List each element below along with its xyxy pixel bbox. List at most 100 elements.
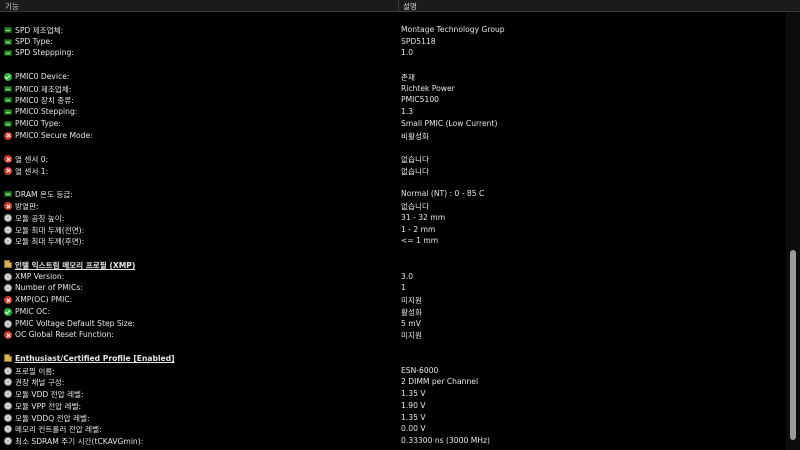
property-value: 1.3 bbox=[401, 107, 414, 116]
property-row[interactable]: 열 센서 1: 없습니다 bbox=[0, 165, 786, 177]
column-header-description[interactable]: 설명 bbox=[403, 1, 417, 12]
property-value: 5 mV bbox=[401, 318, 421, 328]
chip-icon bbox=[4, 109, 12, 115]
property-row[interactable]: PMIC OC: 활성화 bbox=[0, 306, 786, 318]
property-label: XMP(OC) PMIC: bbox=[15, 295, 73, 304]
property-value: Small PMIC (Low Current) bbox=[401, 118, 498, 128]
chip-icon bbox=[4, 191, 12, 198]
property-label: PMIC0 Secure Mode: bbox=[15, 130, 93, 140]
property-row[interactable]: 권장 채널 구성: 2 DIMM per Channel bbox=[0, 376, 786, 388]
property-value: 3.0 bbox=[401, 271, 414, 281]
property-row[interactable]: 최소 SDRAM 주기 시간(tCKAVGmin): 0.33300 ns (30… bbox=[0, 435, 786, 447]
spacer-row bbox=[0, 247, 786, 259]
property-row[interactable]: DRAM 온도 등급: Normal (NT) : 0 - 85 C bbox=[0, 188, 786, 200]
property-value: 2 DIMM per Channel bbox=[401, 377, 479, 387]
property-label: PMIC0 제조업체: bbox=[15, 84, 72, 94]
property-row[interactable]: OC Global Reset Function: 미지원 bbox=[0, 329, 786, 341]
property-label: PMIC Voltage Default Step Size: bbox=[15, 318, 135, 328]
error-icon bbox=[4, 166, 12, 175]
property-label: 권장 채널 구성: bbox=[15, 378, 65, 388]
property-label: 모듈 VPP 전압 레벨: bbox=[15, 401, 82, 411]
section-header-row[interactable]: Enthusiast/Certified Profile [Enabled] bbox=[0, 353, 786, 365]
property-row[interactable]: PMIC0 Secure Mode: 비활성화 bbox=[0, 130, 786, 142]
property-row[interactable]: PMIC0 장치 종류: PMIC5100 bbox=[0, 94, 786, 106]
error-icon bbox=[4, 296, 12, 304]
property-label: XMP Version: bbox=[15, 271, 65, 281]
section-header-row[interactable]: 인텔 익스트림 메모리 프로필 (XMP) bbox=[0, 259, 786, 271]
property-row[interactable]: XMP Version: 3.0 bbox=[0, 271, 786, 283]
property-value: 존재 bbox=[401, 72, 415, 82]
property-row[interactable]: XMP(OC) PMIC: 미지원 bbox=[0, 294, 786, 306]
info-icon bbox=[4, 213, 12, 222]
property-label: 메모리 컨트롤러 전압 레벨: bbox=[15, 425, 102, 435]
property-label: 인텔 익스트림 메모리 프로필 (XMP) bbox=[15, 260, 136, 270]
info-icon bbox=[4, 366, 12, 375]
property-label: 열 센서 1: bbox=[15, 166, 49, 176]
info-icon bbox=[4, 413, 12, 422]
info-icon bbox=[4, 425, 12, 434]
column-divider[interactable] bbox=[398, 0, 399, 11]
property-row[interactable]: 모듈 VDDQ 전압 레벨: 1.35 V bbox=[0, 412, 786, 424]
property-value: 미지원 bbox=[401, 331, 422, 341]
property-row[interactable]: 열 센서 0: 없습니다 bbox=[0, 153, 786, 165]
property-label: 최소 SDRAM 주기 시간(tCKAVGmin): bbox=[15, 437, 144, 446]
property-label: PMIC0 Device: bbox=[15, 71, 70, 81]
property-label: PMIC OC: bbox=[15, 306, 50, 316]
property-label: Enthusiast/Certified Profile [Enabled] bbox=[15, 353, 175, 363]
property-row[interactable]: PMIC0 Device: 존재 bbox=[0, 71, 786, 83]
error-icon bbox=[4, 155, 12, 163]
property-row[interactable]: SPD Steppping: 1.0 bbox=[0, 47, 786, 59]
error-icon bbox=[4, 131, 12, 140]
property-value: PMIC5100 bbox=[401, 95, 439, 105]
property-row[interactable]: 모듈 최대 두께(전면): 1 - 2 mm bbox=[0, 224, 786, 236]
property-row[interactable]: 프로필 이름: ESN-6000 bbox=[0, 365, 786, 377]
list-header: 기능 설명 bbox=[0, 0, 800, 12]
property-list[interactable]: SPD 제조업체: Montage Technology Group SPD Typ… bbox=[0, 12, 786, 450]
property-label: 모듈 공칭 높이: bbox=[15, 213, 65, 223]
property-row[interactable]: 모듈 공칭 높이: 31 - 32 mm bbox=[0, 212, 786, 224]
property-label: OC Global Reset Function: bbox=[15, 330, 114, 340]
property-row[interactable]: 모듈 최대 두께(후면): <= 1 mm bbox=[0, 235, 786, 247]
property-row[interactable]: Number of PMICs: 1 bbox=[0, 282, 786, 294]
spacer-row bbox=[0, 59, 786, 71]
scrollbar-thumb[interactable] bbox=[790, 250, 796, 440]
property-label: DRAM 온도 등급: bbox=[15, 190, 73, 200]
column-header-feature[interactable]: 기능 bbox=[5, 1, 19, 12]
property-value: SPD5118 bbox=[401, 36, 436, 46]
chip-icon bbox=[4, 38, 12, 45]
property-row[interactable]: 메모리 컨트롤러 전압 레벨: 0.00 V bbox=[0, 423, 786, 435]
property-row[interactable]: PMIC Voltage Default Step Size: 5 mV bbox=[0, 318, 786, 330]
vertical-scrollbar[interactable] bbox=[786, 12, 800, 450]
check-icon bbox=[4, 307, 12, 316]
property-value: 0.00 V bbox=[401, 424, 426, 434]
property-label: 모듈 VDDQ 전압 레벨: bbox=[15, 413, 90, 423]
property-value: 0.33300 ns (3000 MHz) bbox=[401, 436, 490, 445]
folder-icon bbox=[4, 353, 12, 362]
property-label: 열 센서 0: bbox=[15, 155, 49, 164]
info-icon bbox=[4, 390, 12, 398]
check-icon bbox=[4, 72, 12, 81]
property-value: 1.35 V bbox=[401, 389, 426, 398]
property-value: 미지원 bbox=[401, 296, 422, 305]
property-label: 모듈 최대 두께(전면): bbox=[15, 225, 85, 235]
property-label: 모듈 최대 두께(후면): bbox=[15, 237, 85, 247]
property-row[interactable]: 모듈 VDD 전압 레벨: 1.35 V bbox=[0, 388, 786, 400]
property-value: 1 bbox=[401, 283, 406, 293]
chip-icon bbox=[4, 50, 12, 57]
property-value: 활성화 bbox=[401, 307, 422, 317]
info-icon bbox=[4, 237, 12, 246]
property-row[interactable]: SPD Type: SPD5118 bbox=[0, 36, 786, 48]
property-value: 없습니다 bbox=[401, 166, 429, 176]
property-row[interactable]: PMIC0 제조업체: Richtek Power bbox=[0, 83, 786, 95]
spacer-row bbox=[0, 341, 786, 353]
info-icon bbox=[4, 225, 12, 234]
property-value: Richtek Power bbox=[401, 83, 455, 93]
property-row[interactable]: 방열판: 없습니다 bbox=[0, 200, 786, 212]
error-icon bbox=[4, 331, 12, 340]
property-row[interactable]: PMIC0 Type: Small PMIC (Low Current) bbox=[0, 118, 786, 130]
property-label: SPD Type: bbox=[15, 36, 53, 46]
property-row[interactable]: 모듈 VPP 전압 레벨: 1.90 V bbox=[0, 400, 786, 412]
property-row[interactable]: PMIC0 Stepping: 1.3 bbox=[0, 106, 786, 118]
property-row[interactable]: SPD 제조업체: Montage Technology Group bbox=[0, 24, 786, 36]
property-value: ESN-6000 bbox=[401, 365, 439, 375]
